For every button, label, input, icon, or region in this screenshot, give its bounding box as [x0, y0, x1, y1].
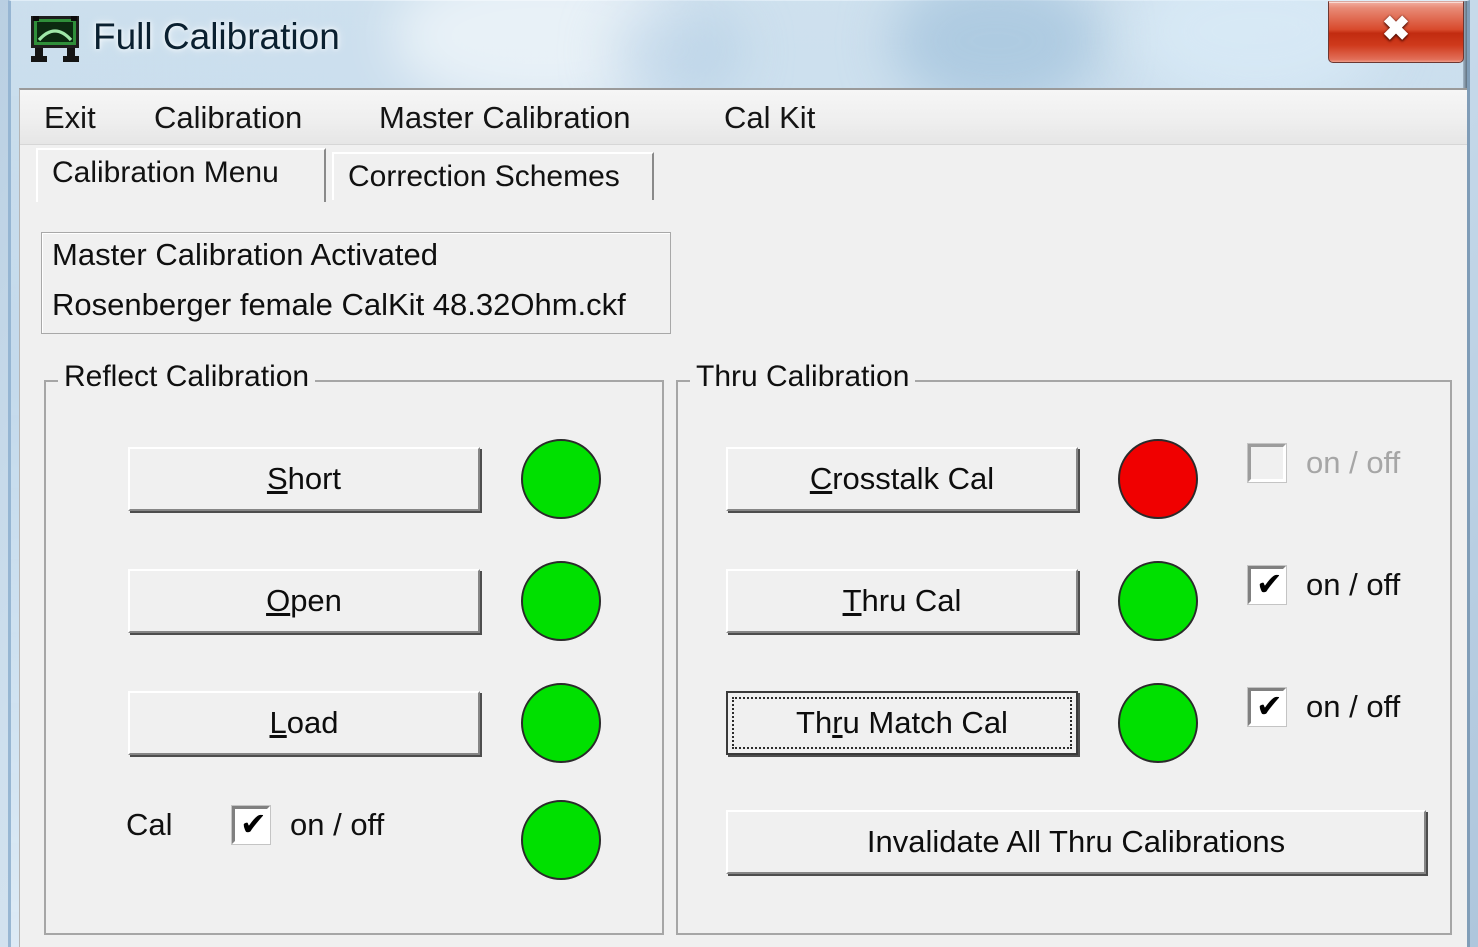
short-label-rest: hort — [287, 461, 342, 496]
crosstalk-on-off-label: on / off — [1306, 445, 1401, 480]
cal-status-led — [521, 800, 601, 880]
invalidate-all-thru-calibrations-button[interactable]: Invalidate All Thru Calibrations — [726, 810, 1426, 874]
thru-calibration-title: Thru Calibration — [690, 360, 916, 394]
thru-match-cal-button[interactable]: Thru Match Cal — [726, 691, 1078, 755]
menu-item-master-calibration[interactable]: Master Calibration — [375, 98, 635, 138]
crosstalk-status-led — [1118, 439, 1198, 519]
reflect-calibration-title: Reflect Calibration — [58, 360, 316, 394]
tab-strip: Calibration Menu Correction Schemes — [36, 148, 1446, 202]
status-info-panel: Master Calibration Activated Rosenberger… — [41, 232, 671, 334]
desktop-backdrop: Full Calibration ✖ Exit Calibration Mast… — [0, 0, 1478, 947]
load-accel: L — [269, 705, 287, 740]
menu-item-cal-kit[interactable]: Cal Kit — [720, 98, 819, 138]
checkmark-icon: ✔ — [1256, 687, 1283, 725]
reflect-calibration-group: Reflect Calibration Short Open Load Cal — [44, 360, 664, 935]
dialog-client-area: Exit Calibration Master Calibration Cal … — [19, 88, 1467, 947]
thru-match-label-b: u Match Cal — [842, 705, 1008, 740]
crosstalk-on-off-checkbox — [1247, 443, 1287, 483]
open-label-rest: pen — [290, 583, 342, 618]
short-accel: S — [266, 461, 288, 496]
thru-match-cal-status-led — [1118, 683, 1198, 763]
open-status-led — [521, 561, 601, 641]
close-button[interactable]: ✖ — [1328, 1, 1464, 63]
menu-item-calibration[interactable]: Calibration — [150, 98, 306, 138]
thru-match-accel: r — [832, 705, 843, 740]
calkit-filename: Rosenberger female CalKit 48.32Ohm.ckf — [52, 287, 626, 322]
short-status-led — [521, 439, 601, 519]
thru-cal-on-off-label: on / off — [1306, 567, 1401, 602]
open-button[interactable]: Open — [128, 569, 480, 633]
crosstalk-cal-button[interactable]: Crosstalk Cal — [726, 447, 1078, 511]
close-icon: ✖ — [1381, 10, 1411, 48]
thru-cal-button[interactable]: Thru Cal — [726, 569, 1078, 633]
load-button[interactable]: Load — [128, 691, 480, 755]
menu-item-exit[interactable]: Exit — [40, 98, 100, 138]
full-calibration-window: Full Calibration ✖ Exit Calibration Mast… — [8, 0, 1470, 947]
crosstalk-label-rest: rosstalk Cal — [832, 461, 995, 496]
thru-calibration-group: Thru Calibration Crosstalk Cal on / off … — [676, 360, 1452, 935]
load-label-rest: oad — [286, 705, 339, 740]
menu-bar: Exit Calibration Master Calibration Cal … — [20, 90, 1467, 145]
cal-on-off-label: on / off — [290, 807, 385, 842]
thru-cal-label-rest: hru Cal — [861, 583, 962, 618]
instrument-icon — [29, 16, 81, 62]
thru-cal-accel: T — [842, 583, 862, 618]
thru-cal-status-led — [1118, 561, 1198, 641]
tab-correction-schemes[interactable]: Correction Schemes — [332, 152, 654, 200]
cal-label: Cal — [126, 807, 173, 842]
checkmark-icon: ✔ — [240, 805, 267, 843]
crosstalk-accel: C — [809, 461, 833, 496]
title-bar[interactable]: Full Calibration ✖ — [11, 0, 1467, 88]
checkmark-icon: ✔ — [1256, 565, 1283, 603]
thru-match-label-a: Th — [796, 705, 833, 740]
cal-on-off-checkbox[interactable]: ✔ — [231, 805, 271, 845]
tab-selected-underline — [36, 202, 1448, 204]
thru-match-cal-on-off-checkbox[interactable]: ✔ — [1247, 687, 1287, 727]
thru-match-cal-on-off-label: on / off — [1306, 689, 1401, 724]
short-button[interactable]: Short — [128, 447, 480, 511]
load-status-led — [521, 683, 601, 763]
master-calibration-status: Master Calibration Activated — [52, 237, 438, 272]
thru-cal-on-off-checkbox[interactable]: ✔ — [1247, 565, 1287, 605]
window-title: Full Calibration — [93, 16, 340, 57]
open-accel: O — [266, 583, 291, 618]
tab-calibration-menu[interactable]: Calibration Menu — [36, 148, 326, 202]
